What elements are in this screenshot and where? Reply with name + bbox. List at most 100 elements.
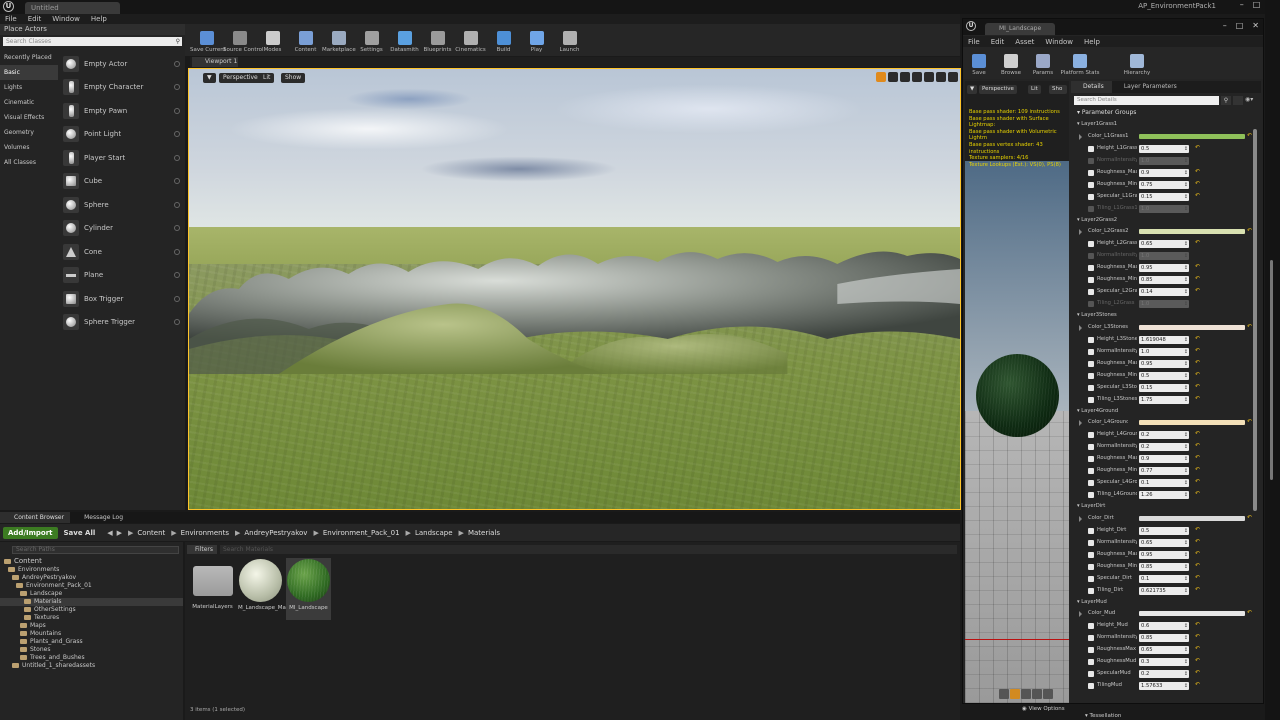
info-icon[interactable] — [174, 225, 180, 232]
actor-cylinder[interactable]: Cylinder — [60, 217, 185, 241]
reset-to-default-icon[interactable]: ↶ — [1247, 418, 1252, 425]
breadcrumb-separator-icon[interactable]: ▶ — [406, 529, 411, 537]
breadcrumb-landscape[interactable]: Landscape — [415, 529, 453, 537]
reset-to-default-icon[interactable]: ↶ — [1195, 550, 1200, 557]
override-checkbox[interactable] — [1088, 265, 1094, 272]
breadcrumb-separator-icon[interactable]: ▶ — [128, 529, 133, 537]
param-group-layer1grass1[interactable]: ▾ Layer1Grass1 — [1071, 119, 1251, 131]
param-value-input[interactable]: 0.2 — [1139, 443, 1189, 452]
filters-button[interactable]: Filters — [187, 544, 217, 554]
folder-environments[interactable]: Environments — [0, 566, 183, 574]
override-checkbox[interactable] — [1088, 289, 1094, 296]
param-value-input[interactable]: 0.1 — [1139, 479, 1189, 488]
mat-save-button[interactable]: Save — [963, 51, 995, 76]
breadcrumb-environment-pack-01[interactable]: Environment_Pack_01 — [323, 529, 400, 537]
settings-button[interactable]: Settings — [355, 28, 388, 53]
rotate-tool-icon[interactable] — [888, 72, 898, 82]
reset-to-default-icon[interactable]: ↶ — [1195, 347, 1200, 354]
reset-to-default-icon[interactable]: ↶ — [1247, 514, 1252, 521]
param-group-layerdirt[interactable]: ▾ LayerDirt — [1071, 501, 1251, 513]
override-checkbox[interactable] — [1088, 432, 1094, 439]
reset-to-default-icon[interactable]: ↶ — [1247, 323, 1252, 330]
category-visual-effects[interactable]: Visual Effects — [0, 110, 58, 125]
override-checkbox[interactable] — [1088, 468, 1094, 475]
maximize-icon[interactable]: □ — [1253, 0, 1261, 9]
actor-point-light[interactable]: Point Light — [60, 123, 185, 147]
folder-landscape[interactable]: Landscape — [0, 590, 183, 598]
reset-to-default-icon[interactable]: ↶ — [1195, 490, 1200, 497]
param-value-input[interactable]: 0.621735 — [1139, 586, 1189, 595]
info-icon[interactable] — [174, 107, 180, 114]
param-value-input[interactable]: 0.85 — [1139, 276, 1189, 285]
info-icon[interactable] — [174, 272, 180, 279]
level-tab[interactable]: Untitled — [25, 2, 120, 14]
launch-button[interactable]: Launch — [553, 28, 586, 53]
color-swatch[interactable] — [1139, 611, 1245, 617]
param-value-input[interactable]: 0.95 — [1139, 359, 1189, 368]
custom-mesh-icon[interactable] — [1043, 689, 1053, 699]
perspective-button[interactable]: Perspective — [219, 73, 262, 83]
override-checkbox[interactable] — [1088, 647, 1094, 654]
folder-mountains[interactable]: Mountains — [0, 630, 183, 638]
breadcrumb-separator-icon[interactable]: ▶ — [235, 529, 240, 537]
view-options-button[interactable]: ◉ View Options — [1022, 706, 1065, 712]
folder-materials[interactable]: Materials — [0, 598, 183, 606]
menu-file[interactable]: File — [5, 15, 17, 23]
param-value-input[interactable]: 0.15 — [1139, 383, 1189, 392]
param-value-input[interactable]: 0.15 — [1139, 192, 1189, 201]
actor-sphere[interactable]: Sphere — [60, 193, 185, 217]
cinematics-button[interactable]: Cinematics — [454, 28, 487, 53]
override-checkbox[interactable] — [1088, 539, 1094, 546]
folder-trees-and-bushes[interactable]: Trees_and_Bushes — [0, 654, 183, 662]
breadcrumb-separator-icon[interactable]: ▶ — [459, 529, 464, 537]
material-menu-edit[interactable]: Edit — [991, 38, 1005, 46]
param-value-input[interactable]: 1.75 — [1139, 395, 1189, 404]
breadcrumb-materials[interactable]: Materials — [468, 529, 500, 537]
category-recently-placed[interactable]: Recently Placed — [0, 50, 58, 65]
override-checkbox[interactable] — [1088, 527, 1094, 534]
override-checkbox[interactable] — [1088, 659, 1094, 666]
override-checkbox[interactable] — [1088, 336, 1094, 343]
param-value-input[interactable]: 0.6 — [1139, 622, 1189, 631]
override-checkbox[interactable] — [1088, 241, 1094, 248]
actor-plane[interactable]: Plane — [60, 264, 185, 288]
expand-arrow-icon[interactable] — [1079, 420, 1082, 427]
override-checkbox[interactable] — [1088, 480, 1094, 487]
menu-edit[interactable]: Edit — [28, 15, 42, 23]
override-checkbox[interactable] — [1088, 623, 1094, 630]
breadcrumb-andreypestryakov[interactable]: AndreyPestryakov — [244, 529, 307, 537]
mat-platform-stats-button[interactable]: Platform Stats — [1059, 51, 1101, 76]
world-space-icon[interactable] — [912, 72, 922, 82]
param-value-input[interactable]: 0.5 — [1139, 371, 1189, 380]
lit-button[interactable]: Lit — [259, 73, 275, 83]
color-swatch[interactable] — [1139, 324, 1245, 330]
override-checkbox[interactable] — [1088, 145, 1094, 152]
override-checkbox[interactable] — [1088, 181, 1094, 188]
reset-to-default-icon[interactable]: ↶ — [1195, 335, 1200, 342]
param-value-input[interactable]: 0.5 — [1139, 144, 1189, 153]
material-menu-help[interactable]: Help — [1084, 38, 1100, 46]
folder-plants-and-grass[interactable]: Plants_and_Grass — [0, 638, 183, 646]
viewport-options-button[interactable]: ▼ — [203, 73, 216, 83]
param-value-input[interactable]: 0.95 — [1139, 550, 1189, 559]
color-swatch[interactable] — [1139, 229, 1245, 235]
details-scrollbar[interactable] — [1253, 129, 1257, 511]
breadcrumb-environments[interactable]: Environments — [181, 529, 229, 537]
override-checkbox[interactable] — [1088, 456, 1094, 463]
side-scrollbar[interactable] — [1270, 260, 1273, 480]
actor-sphere-trigger[interactable]: Sphere Trigger — [60, 311, 185, 335]
search-materials-input[interactable]: Search Materials — [220, 544, 957, 554]
sphere-shape-icon[interactable] — [1010, 689, 1020, 699]
param-value-input[interactable]: 1.26 — [1139, 491, 1189, 500]
source-control-button[interactable]: Source Control — [223, 28, 264, 53]
reset-to-default-icon[interactable]: ↶ — [1195, 478, 1200, 485]
build-button[interactable]: Build — [487, 28, 520, 53]
minimize-icon[interactable]: – — [1240, 0, 1244, 9]
param-value-input[interactable]: 0.65 — [1139, 240, 1189, 249]
level-viewport[interactable]: ▼ Perspective Lit Show — [188, 68, 961, 510]
override-checkbox[interactable] — [1088, 277, 1094, 284]
category-geometry[interactable]: Geometry — [0, 125, 58, 140]
override-checkbox[interactable] — [1088, 253, 1094, 260]
override-checkbox[interactable] — [1088, 635, 1094, 642]
reset-to-default-icon[interactable]: ↶ — [1195, 430, 1200, 437]
